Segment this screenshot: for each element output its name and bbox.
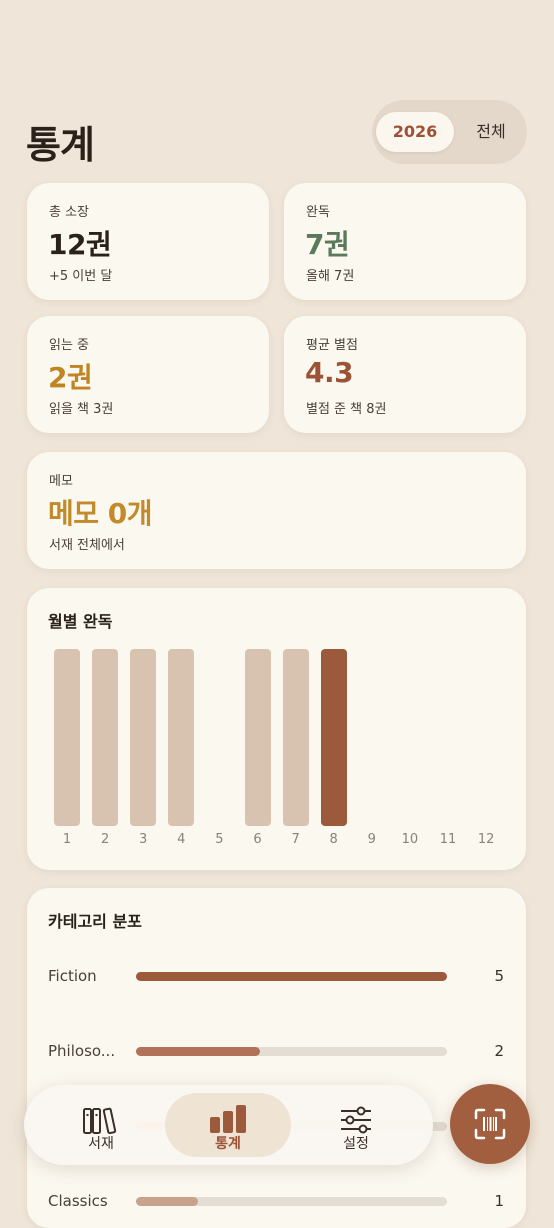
month-bar-2 xyxy=(92,649,119,826)
category-name: Fiction xyxy=(48,967,97,985)
category-count: 5 xyxy=(494,967,504,985)
tab-library-label: 서재 xyxy=(88,1136,114,1152)
stat-label: 평균 별점 xyxy=(306,338,358,353)
category-bar-fill xyxy=(136,972,447,981)
stat-sub: +5 이번 달 xyxy=(49,269,113,284)
year-filter-segmented: 2026 전체 xyxy=(372,100,527,164)
stat-value: 4.3 xyxy=(305,356,354,389)
category-count: 1 xyxy=(494,1192,504,1210)
category-name: Classics xyxy=(48,1192,108,1210)
month-bar-4 xyxy=(168,649,195,826)
memo-card: 메모 메모 0개 서재 전체에서 xyxy=(27,452,526,569)
stat-value: 7권 xyxy=(305,228,350,261)
tab-settings-label: 설정 xyxy=(343,1136,369,1152)
year-filter-2026[interactable]: 2026 xyxy=(376,112,454,152)
tab-library[interactable]: 서재 xyxy=(38,1093,164,1157)
stat-sub: 올해 7권 xyxy=(306,269,355,284)
stat-card-reading: 읽는 중 2권 읽을 책 3권 xyxy=(27,316,269,433)
category-bar-fill xyxy=(136,1047,261,1056)
month-label: 3 xyxy=(139,832,148,847)
stat-card-finished: 완독 7권 올해 7권 xyxy=(284,183,526,300)
category-name: Philoso... xyxy=(48,1042,116,1060)
month-label: 7 xyxy=(291,832,300,847)
tab-settings[interactable]: 설정 xyxy=(293,1093,419,1157)
month-label: 8 xyxy=(329,832,338,847)
month-bar-1 xyxy=(54,649,80,826)
tab-bar: 서재 통계 설정 xyxy=(24,1085,433,1165)
stat-label: 읽는 중 xyxy=(49,338,90,353)
category-title: 카테고리 분포 xyxy=(48,912,142,931)
books-icon xyxy=(83,1107,117,1135)
month-label: 10 xyxy=(401,832,419,847)
memo-value: 메모 0개 xyxy=(48,497,153,530)
category-bar-track xyxy=(136,972,447,981)
monthly-bars xyxy=(27,649,526,826)
year-filter-all[interactable]: 전체 xyxy=(456,112,526,152)
month-label: 5 xyxy=(215,832,224,847)
stat-card-total: 총 소장 12권 +5 이번 달 xyxy=(27,183,269,300)
memo-label: 메모 xyxy=(49,474,73,489)
month-bar-6 xyxy=(244,649,271,826)
tab-stats[interactable]: 통계 xyxy=(165,1093,291,1157)
scan-barcode-button[interactable] xyxy=(450,1084,530,1164)
category-bar-fill xyxy=(136,1197,199,1206)
bar-chart-icon xyxy=(210,1105,246,1133)
month-label: 12 xyxy=(477,832,495,847)
tab-stats-label: 통계 xyxy=(215,1136,241,1152)
stat-value: 2권 xyxy=(48,361,93,394)
category-bar-track xyxy=(136,1047,447,1056)
memo-sub: 서재 전체에서 xyxy=(49,538,125,553)
category-count: 2 xyxy=(494,1042,504,1060)
category-bar-track xyxy=(136,1197,447,1206)
month-label: 11 xyxy=(439,832,457,847)
stat-card-rating: 평균 별점 4.3 별점 준 책 8권 xyxy=(284,316,526,433)
stat-sub: 읽을 책 3권 xyxy=(49,402,114,417)
monthly-chart-title: 월별 완독 xyxy=(48,612,113,631)
barcode-scan-icon xyxy=(474,1108,506,1140)
stat-label: 총 소장 xyxy=(49,205,90,220)
month-label: 1 xyxy=(62,832,72,847)
stat-value: 12권 xyxy=(48,228,112,261)
monthly-chart-card: 월별 완독 1 2 3 4 5 6 7 8 9 10 11 12 xyxy=(27,588,526,870)
stat-sub: 별점 준 책 8권 xyxy=(306,402,387,417)
month-bar-8 xyxy=(320,649,347,826)
category-card: 카테고리 분포 Fiction 5 Philoso... 2 Classics 1 xyxy=(27,888,526,1228)
month-bar-3 xyxy=(130,649,157,826)
page-title: 통계 xyxy=(26,123,95,167)
stat-label: 완독 xyxy=(306,205,330,220)
month-label: 6 xyxy=(253,832,262,847)
month-label: 4 xyxy=(177,832,186,847)
sliders-icon xyxy=(341,1106,371,1134)
month-label: 9 xyxy=(367,832,376,847)
month-label: 2 xyxy=(100,832,110,847)
monthly-axis-labels: 1 2 3 4 5 6 7 8 9 10 11 12 xyxy=(27,832,526,850)
month-bar-7 xyxy=(282,649,309,826)
